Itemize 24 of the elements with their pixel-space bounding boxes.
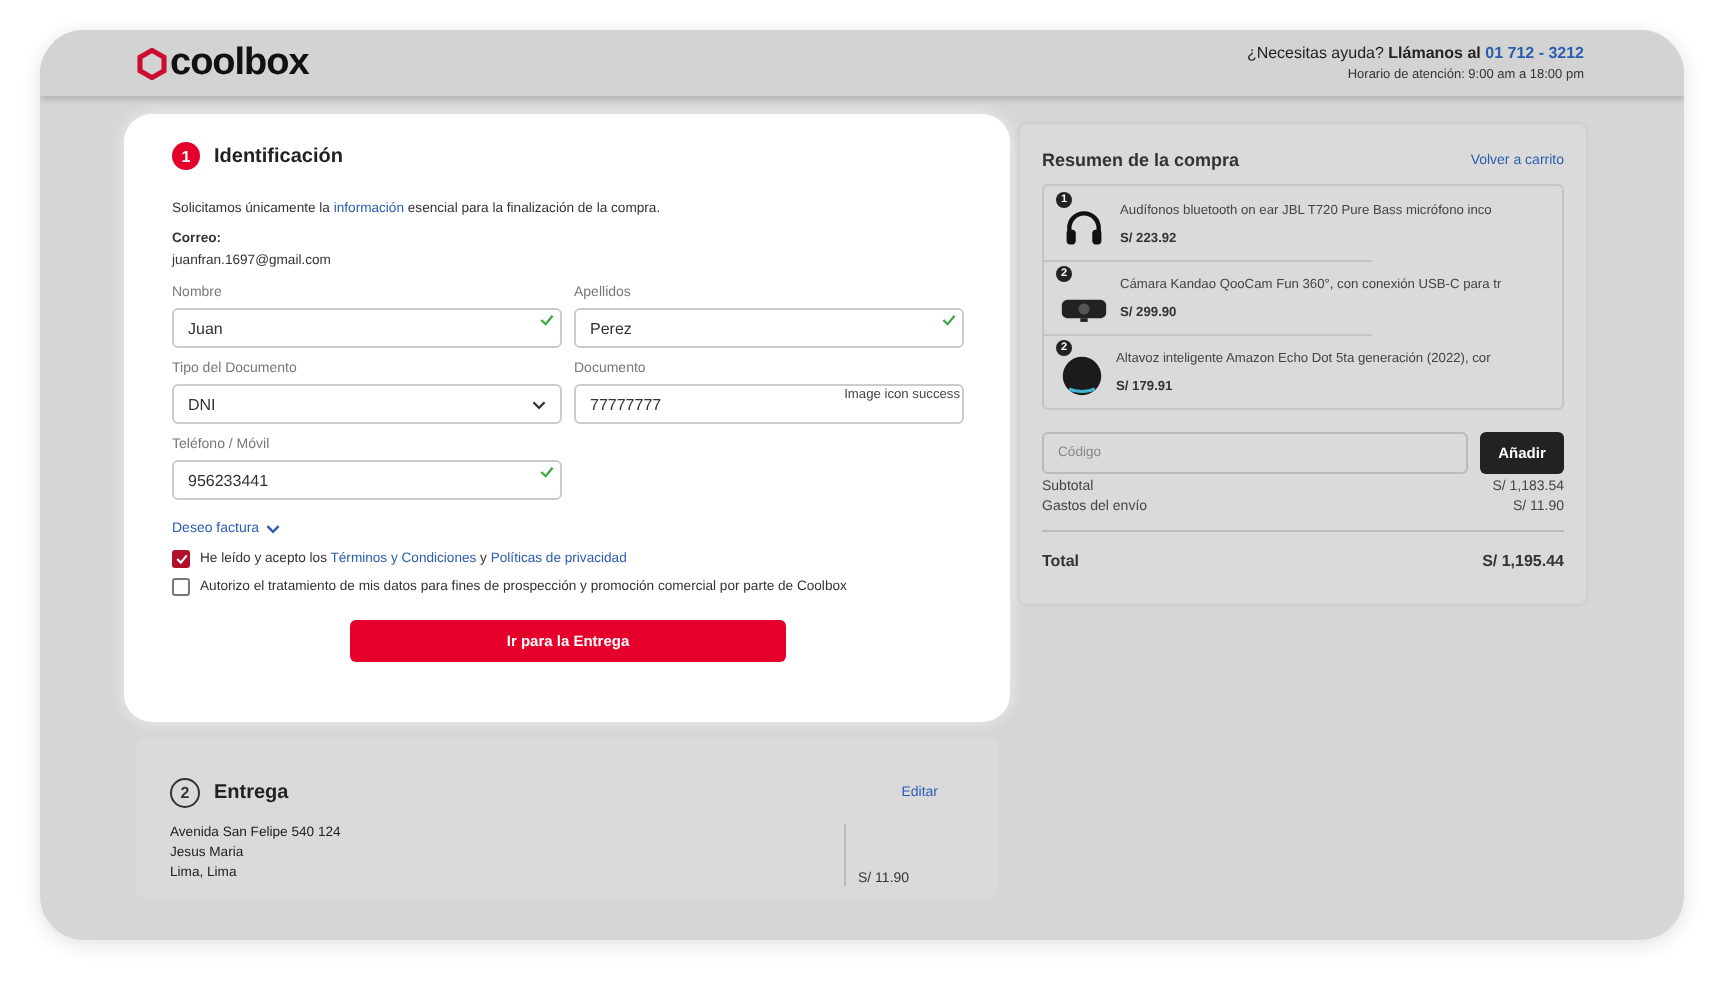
summary-title: Resumen de la compra xyxy=(1042,150,1240,170)
chevron-down-icon xyxy=(265,524,280,534)
logo-wordmark: coolbox xyxy=(170,41,309,85)
total-label: Total xyxy=(1042,552,1080,570)
section-title: Identificación xyxy=(214,145,343,167)
input-field[interactable]: Perez xyxy=(574,308,964,348)
step-number: 1 xyxy=(172,142,200,170)
checkmark-icon xyxy=(540,314,554,326)
input-field[interactable]: 956233441 xyxy=(172,460,562,500)
chevron-down-icon xyxy=(532,399,546,409)
input-field[interactable]: Juan xyxy=(172,308,562,348)
checkmark-icon xyxy=(942,314,956,326)
speaker-drawing xyxy=(1060,354,1104,398)
headphones-drawing xyxy=(1062,205,1106,249)
camera-drawing xyxy=(1060,294,1108,324)
help-text: ¿Necesitas ayuda? Llámanos al 01 712 - 3212 xyxy=(1246,44,1584,62)
document-type-select[interactable]: DNI xyxy=(172,384,562,424)
checkbox[interactable] xyxy=(172,578,190,596)
total-value: S/ 1,195.44 xyxy=(1482,552,1564,570)
step-number: 2 xyxy=(170,778,200,808)
hexagon-logo-icon xyxy=(136,47,168,79)
section-title: Entrega xyxy=(214,782,289,804)
checkbox[interactable] xyxy=(172,550,190,568)
checkmark-icon xyxy=(540,466,554,478)
